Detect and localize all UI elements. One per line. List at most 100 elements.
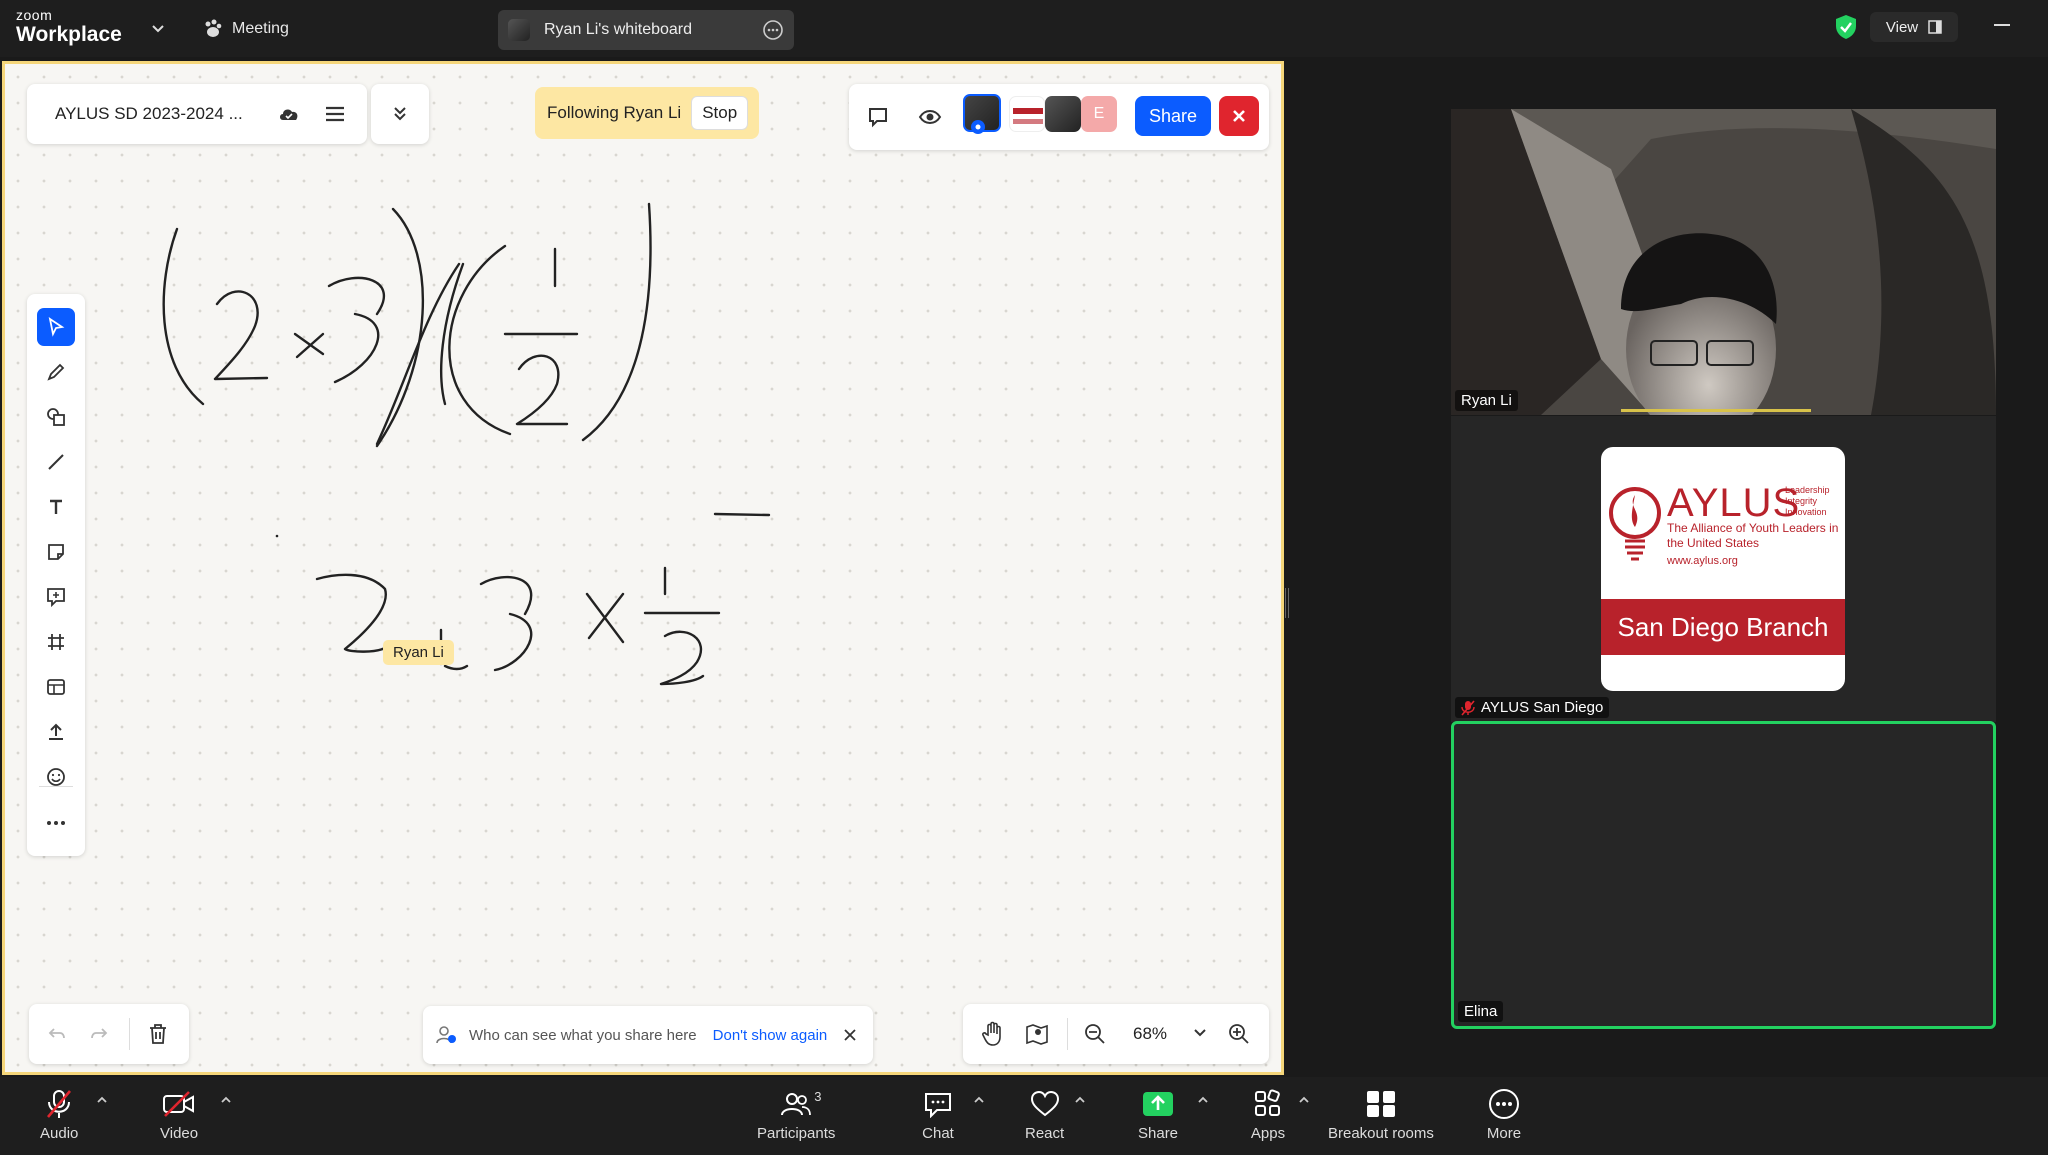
share-screen-button[interactable]: Share: [1138, 1087, 1178, 1147]
minimize-button[interactable]: [1994, 24, 2010, 26]
hint-text: Who can see what you share here: [469, 1026, 697, 1044]
share-options-caret-icon[interactable]: [1197, 1095, 1209, 1105]
participant-name-ryan-li: Ryan Li: [1455, 390, 1518, 411]
avatar-aylus[interactable]: [1009, 96, 1045, 132]
whiteboard-thumbnail: [508, 19, 530, 41]
react-button[interactable]: React: [1025, 1087, 1064, 1147]
avatar-ryan-li[interactable]: [963, 94, 1001, 134]
meeting-label: Meeting: [232, 20, 289, 37]
zoom-out-icon[interactable]: [1083, 1022, 1107, 1046]
stroke-digit-2b: [315, 573, 391, 653]
brand-top: zoom: [16, 7, 53, 23]
title-bar: zoom Workplace Meeting Ryan Li's whitebo…: [0, 0, 2048, 57]
zoom-workplace-logo[interactable]: zoom Workplace: [16, 8, 122, 45]
participants-count: 3: [814, 1089, 822, 1104]
share-label: Share: [1138, 1125, 1179, 1142]
avatar-participant[interactable]: [1045, 96, 1081, 132]
layout-icon: [1928, 20, 1942, 34]
logo-subtitle: The Alliance of Youth Leaders in the Uni…: [1667, 521, 1839, 550]
logo-name: AYLUS: [1667, 481, 1801, 525]
meeting-tab[interactable]: Meeting: [202, 16, 289, 42]
handwriting-strokes: [162, 202, 771, 686]
video-label: Video: [160, 1125, 199, 1142]
comment-tool[interactable]: [37, 578, 75, 616]
tool-palette: [27, 294, 85, 856]
tool-divider: [39, 786, 73, 787]
upload-icon: [49, 723, 63, 740]
view-label: View: [1885, 18, 1919, 36]
more-button[interactable]: More: [1486, 1087, 1522, 1147]
undo-icon[interactable]: [47, 1024, 67, 1044]
audio-button[interactable]: Audio: [40, 1087, 78, 1147]
shapes-tool[interactable]: [37, 398, 75, 436]
video-tile-ryan-li[interactable]: Ryan Li: [1451, 109, 1996, 415]
more-tools[interactable]: [37, 804, 75, 842]
stroke-frac-b-2: [659, 630, 705, 686]
video-options-caret-icon[interactable]: [220, 1095, 232, 1105]
audio-label: Audio: [40, 1125, 79, 1142]
chat-options-caret-icon[interactable]: [973, 1095, 985, 1105]
trash-icon[interactable]: [147, 1022, 169, 1046]
map-pin-icon[interactable]: [1025, 1021, 1049, 1047]
chevron-down-icon[interactable]: [150, 20, 166, 36]
follow-eye-icon[interactable]: [917, 104, 943, 130]
reaction-tool[interactable]: [37, 758, 75, 796]
security-shield-icon[interactable]: [1834, 14, 1858, 40]
avatar-elina[interactable]: E: [1081, 96, 1117, 132]
shared-whiteboard-title: Ryan Li's whiteboard: [544, 21, 693, 38]
close-whiteboard-button[interactable]: [1219, 96, 1259, 136]
participants-button[interactable]: 3 Participants: [757, 1087, 835, 1147]
pen-tool[interactable]: [37, 353, 75, 391]
cloud-saved-icon[interactable]: [277, 102, 301, 126]
whiteboard-canvas[interactable]: Ryan Li AYLUS SD 2023-2024 ... Following…: [2, 61, 1284, 1075]
shared-whiteboard-pill[interactable]: Ryan Li's whiteboard: [498, 10, 794, 50]
file-title[interactable]: AYLUS SD 2023-2024 ...: [55, 104, 243, 124]
stroke-paren-right: [581, 202, 652, 442]
comment-icon[interactable]: [865, 104, 891, 130]
hamburger-menu-icon[interactable]: [323, 102, 347, 126]
upload-tool[interactable]: [37, 713, 75, 751]
template-tool[interactable]: [37, 668, 75, 706]
hand-pan-icon[interactable]: [981, 1021, 1005, 1047]
zoom-level[interactable]: 68%: [1133, 1024, 1167, 1044]
file-title-card: AYLUS SD 2023-2024 ...: [27, 84, 367, 144]
brand-bottom: Workplace: [16, 23, 122, 46]
apps-options-caret-icon[interactable]: [1298, 1095, 1310, 1105]
react-label: React: [1025, 1125, 1065, 1142]
whiteboard-share-button[interactable]: Share: [1135, 96, 1211, 136]
video-tile-elina[interactable]: Elina: [1451, 721, 1996, 1029]
line-tool[interactable]: [37, 443, 75, 481]
line-icon: [48, 454, 64, 470]
breakout-rooms-button[interactable]: Breakout rooms: [1328, 1087, 1434, 1147]
chevron-down-icon[interactable]: [1193, 1028, 1207, 1038]
audio-options-caret-icon[interactable]: [96, 1095, 108, 1105]
dont-show-again-link[interactable]: Don't show again: [713, 1027, 828, 1044]
video-tile-aylus[interactable]: AYLUS Leadership Integrity Innovation Th…: [1451, 416, 1996, 722]
collapse-toolbar-button[interactable]: [371, 84, 429, 144]
react-options-caret-icon[interactable]: [1074, 1095, 1086, 1105]
breakout-rooms-icon: [1366, 1091, 1395, 1117]
zoom-in-icon[interactable]: [1227, 1022, 1251, 1046]
stop-following-button[interactable]: Stop: [691, 96, 749, 130]
redo-icon[interactable]: [89, 1024, 109, 1044]
close-icon[interactable]: [843, 1028, 857, 1042]
more-options-icon[interactable]: [762, 19, 784, 41]
panel-resize-handle[interactable]: [1285, 588, 1289, 618]
participant-name-aylus: AYLUS San Diego: [1455, 697, 1610, 718]
view-button[interactable]: View: [1870, 12, 1958, 42]
camera-off-icon: [163, 1091, 195, 1117]
meeting-controls-bar: Audio Video 3 Participants Chat React Sh…: [0, 1077, 2048, 1155]
text-tool[interactable]: [37, 488, 75, 526]
apps-button[interactable]: Apps: [1250, 1087, 1286, 1147]
more-label: More: [1486, 1125, 1522, 1142]
frame-tool[interactable]: [37, 623, 75, 661]
video-button[interactable]: Video: [160, 1087, 198, 1147]
sticky-note-tool[interactable]: [37, 533, 75, 571]
frame-icon: [48, 634, 64, 650]
microphone-muted-icon: [47, 1090, 72, 1118]
cursor-arrow-icon: [48, 317, 65, 337]
template-icon: [47, 679, 65, 695]
chat-button[interactable]: Chat: [920, 1087, 956, 1147]
select-tool[interactable]: [37, 308, 75, 346]
participants-icon: [781, 1093, 812, 1116]
